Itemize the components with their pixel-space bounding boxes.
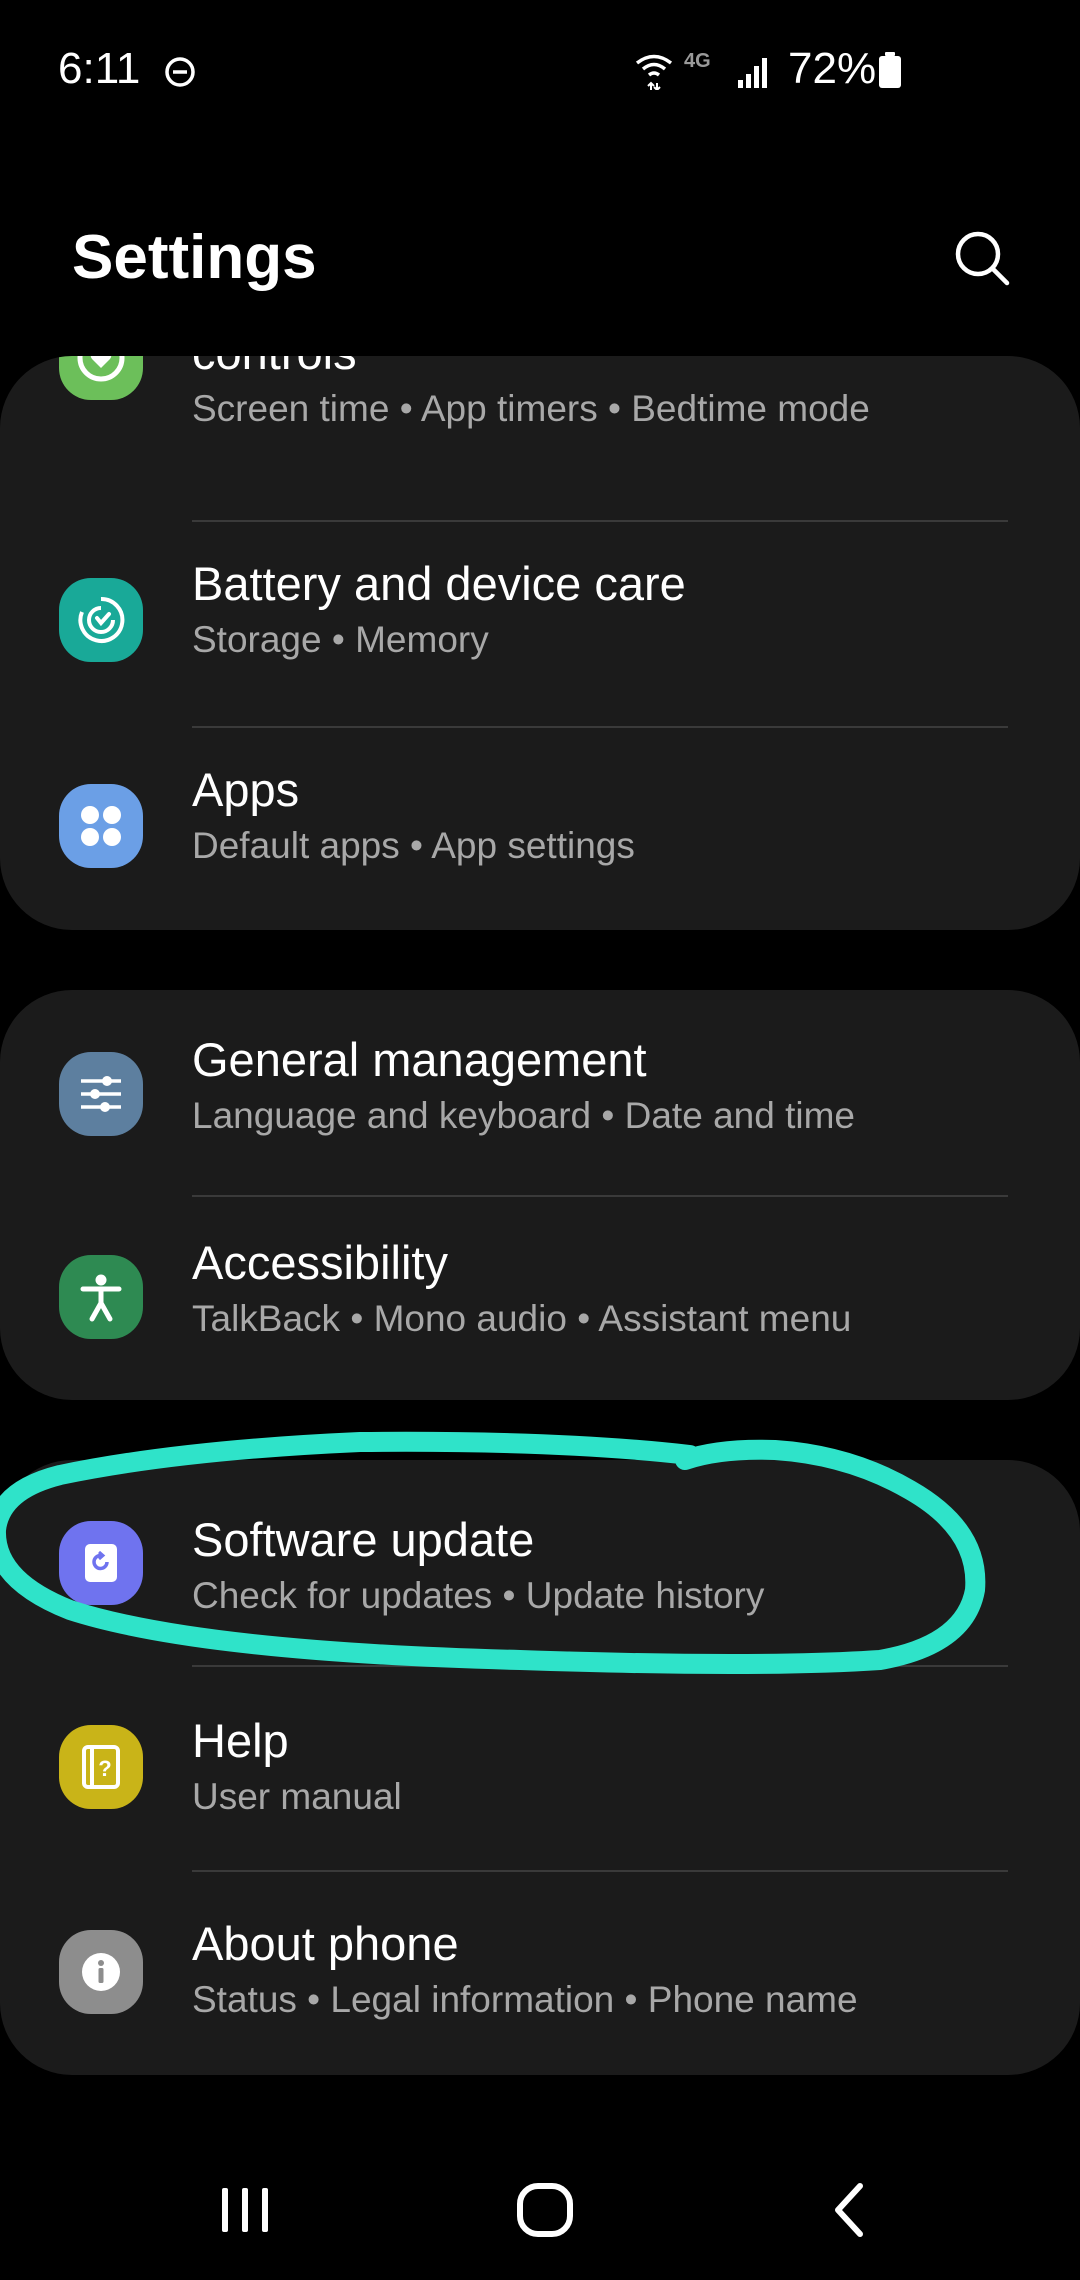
home-icon[interactable]: [515, 2180, 575, 2240]
info-icon: [59, 1930, 143, 2014]
settings-item-title: Accessibility: [192, 1236, 448, 1289]
back-icon[interactable]: [828, 2180, 872, 2240]
settings-item-general-management[interactable]: General management Language and keyboard…: [0, 990, 1080, 1195]
settings-item-software-update[interactable]: Software update Check for updates • Upda…: [0, 1460, 1080, 1665]
settings-item-title: Apps: [192, 763, 300, 816]
settings-item-title: General management: [192, 1033, 647, 1086]
recent-apps-icon[interactable]: [218, 2180, 272, 2240]
device-care-icon: [59, 578, 143, 662]
battery-icon: [879, 52, 901, 88]
settings-item-subtitle: Screen time • App timers • Bedtime mode: [192, 388, 870, 429]
settings-item-title: About phone: [192, 1917, 459, 1970]
accessibility-icon: [59, 1255, 143, 1339]
settings-item-accessibility[interactable]: Accessibility TalkBack • Mono audio • As…: [0, 1197, 1080, 1400]
settings-group-3: Software update Check for updates • Upda…: [0, 1460, 1080, 2075]
do-not-disturb-icon: [165, 57, 195, 87]
signal-icon: [738, 58, 767, 88]
settings-item-about-phone[interactable]: About phone Status • Legal information •…: [0, 1872, 1080, 2075]
settings-item-subtitle: Status • Legal information • Phone name: [192, 1979, 858, 2020]
software-update-icon: [59, 1521, 143, 1605]
help-icon: ?: [59, 1725, 143, 1809]
settings-item-help[interactable]: ? Help User manual: [0, 1667, 1080, 1872]
settings-group-1: controls Screen time • App timers • Bedt…: [0, 356, 1080, 930]
settings-item-subtitle: User manual: [192, 1776, 402, 1817]
settings-item-subtitle: TalkBack • Mono audio • Assistant menu: [192, 1298, 852, 1339]
settings-group-2: General management Language and keyboard…: [0, 990, 1080, 1400]
settings-item-battery[interactable]: Battery and device care Storage • Memory: [0, 522, 1080, 727]
digital-wellbeing-icon: [59, 356, 143, 400]
settings-item-subtitle: Language and keyboard • Date and time: [192, 1095, 855, 1136]
network-type-label: 4G: [684, 50, 711, 72]
navigation-bar: [0, 2140, 1080, 2280]
svg-text:?: ?: [98, 1756, 111, 1781]
sliders-icon: [59, 1052, 143, 1136]
settings-item-title: Battery and device care: [192, 557, 686, 610]
settings-item-digital-wellbeing[interactable]: controls Screen time • App timers • Bedt…: [0, 356, 1080, 521]
settings-item-title: controls: [192, 356, 357, 380]
wifi-icon: [635, 54, 673, 90]
apps-icon: [59, 784, 143, 868]
settings-item-title: Software update: [192, 1513, 535, 1566]
settings-item-title: Help: [192, 1714, 289, 1767]
battery-percent: 72%: [788, 44, 877, 93]
settings-item-apps[interactable]: Apps Default apps • App settings: [0, 728, 1080, 930]
search-icon[interactable]: [952, 228, 1012, 288]
status-bar: 6:11 4G 72%: [0, 0, 1080, 140]
status-time: 6:11: [58, 44, 141, 93]
settings-item-subtitle: Default apps • App settings: [192, 825, 635, 866]
settings-item-subtitle: Check for updates • Update history: [192, 1575, 765, 1616]
page-title: Settings: [72, 223, 317, 292]
settings-item-subtitle: Storage • Memory: [192, 619, 489, 660]
